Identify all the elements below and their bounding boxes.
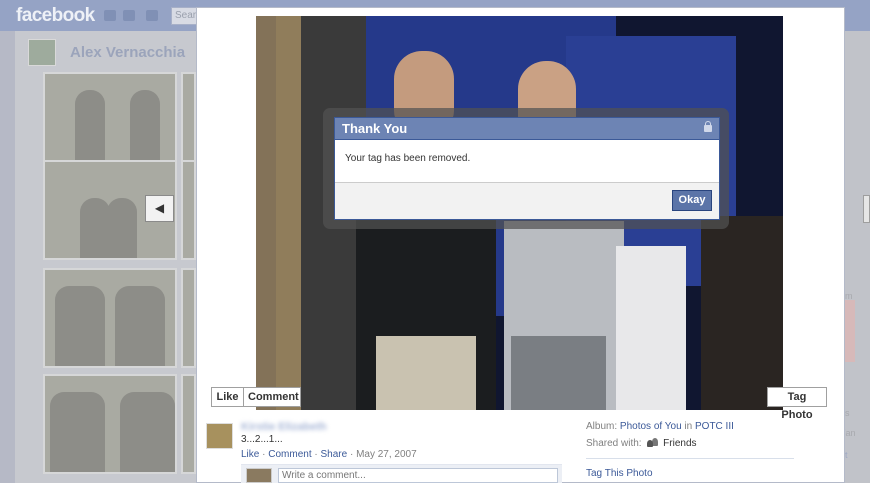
album-owner-link[interactable]: POTC III — [695, 421, 734, 432]
comment-link[interactable]: Comment — [268, 449, 311, 460]
dialog-footer: Okay — [335, 182, 719, 219]
dialog-title: Thank You — [342, 121, 408, 136]
like-button[interactable]: Like — [211, 387, 244, 407]
uploader-avatar[interactable] — [206, 423, 233, 449]
shared-label: Shared with: — [586, 438, 642, 449]
divider — [586, 458, 794, 459]
privacy-info: Shared with: Friends — [586, 438, 697, 449]
photo-actions: Like · Comment · Share · May 27, 2007 — [241, 449, 417, 460]
separator: · — [259, 449, 269, 460]
photo-thumbnail[interactable] — [43, 72, 177, 172]
friend-requests-icon — [104, 10, 116, 21]
dialog-title-bar: Thank You — [335, 118, 719, 140]
album-link[interactable]: Photos of You — [620, 421, 682, 432]
previous-photo-button[interactable]: ◀ — [145, 195, 174, 222]
thank-you-dialog: Thank You Your tag has been removed. Oka… — [334, 117, 720, 220]
photo-thumbnail[interactable] — [181, 374, 196, 474]
facebook-logo: facebook — [16, 5, 95, 26]
photo-caption: 3...2...1... — [241, 434, 283, 445]
photo-thumbnail[interactable] — [181, 160, 196, 260]
user-avatar — [246, 468, 272, 483]
separator: · — [311, 449, 321, 460]
album-in: in — [684, 421, 693, 432]
uploader-name[interactable]: Kirstie Elizabeth — [241, 421, 327, 433]
notifications-icon — [146, 10, 158, 21]
photo-thumbnail[interactable] — [43, 374, 177, 474]
dialog-message: Your tag has been removed. — [345, 153, 471, 164]
okay-button[interactable]: Okay — [672, 190, 712, 211]
post-date: · May 27, 2007 — [347, 449, 417, 460]
share-link[interactable]: Share — [321, 449, 348, 460]
profile-avatar — [28, 39, 56, 66]
comment-input[interactable]: Write a comment... — [278, 468, 558, 483]
tag-photo-button[interactable]: Tag Photo — [767, 387, 827, 421]
lock-icon — [704, 121, 712, 132]
tag-this-photo-link[interactable]: Tag This Photo — [586, 468, 653, 479]
tag-this-photo-row: Tag This Photo — [586, 468, 653, 479]
comment-button[interactable]: Comment — [243, 387, 301, 407]
album-label: Album: — [586, 421, 618, 432]
photo-thumbnail[interactable] — [43, 268, 177, 368]
shared-value: Friends — [663, 438, 697, 449]
friends-icon — [647, 438, 659, 447]
messages-icon — [123, 10, 135, 21]
like-link[interactable]: Like — [241, 449, 259, 460]
profile-name: Alex Vernacchia — [70, 44, 186, 61]
photo-thumbnail[interactable] — [181, 72, 196, 172]
album-info: Album: Photos of You in POTC III — [586, 421, 734, 432]
scroll-handle[interactable] — [863, 195, 870, 223]
photo-thumbnail[interactable] — [181, 268, 196, 368]
